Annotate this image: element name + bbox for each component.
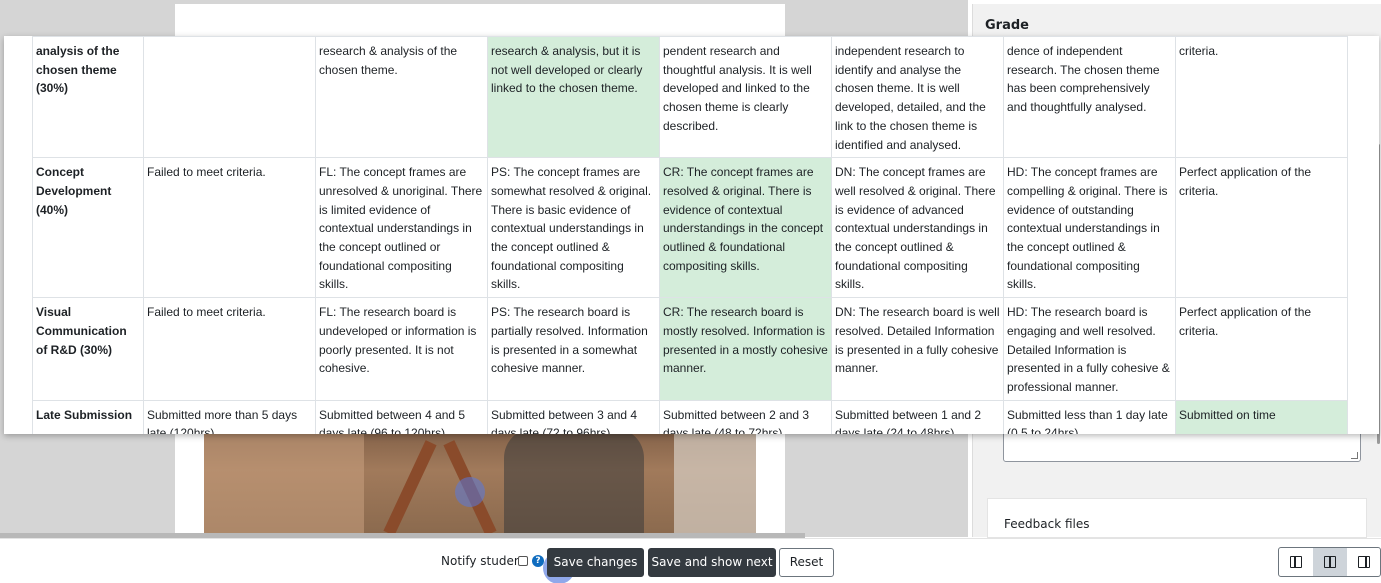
rubric-level[interactable]: Submitted less than 1 day late (0.5 to 2… [1003, 399, 1176, 434]
rubric-level[interactable]: Submitted between 3 and 4 days late (72 … [487, 399, 660, 434]
rubric-level[interactable]: Failed to meet criteria. [143, 157, 316, 299]
rubric-criterion: Late Submission [32, 399, 144, 434]
rubric-level[interactable]: Failed to meet criteria. [143, 297, 316, 401]
feedback-files-label: Feedback files [1004, 517, 1090, 531]
rubric-level-selected[interactable]: CR: The research board is mostly resolve… [659, 297, 832, 401]
rubric-level[interactable]: HD: The research board is engaging and w… [1003, 297, 1176, 401]
rubric-level[interactable]: FL: The research board is undeveloped or… [315, 297, 488, 401]
rubric-level[interactable] [143, 36, 316, 159]
rubric-level[interactable]: Submitted between 2 and 3 days late (48 … [659, 399, 832, 434]
rubric-level[interactable]: independent research to identify and ana… [831, 36, 1004, 159]
action-footer: Notify student ? Save changes Save and s… [0, 538, 1381, 583]
rubric-spacer [1348, 37, 1355, 158]
rubric-level[interactable]: pendent research and thoughtful analysis… [659, 36, 832, 159]
rubric-level-selected[interactable]: CR: The concept frames are resolved & or… [659, 157, 832, 299]
rubric-level[interactable]: Submitted between 4 and 5 days late (96 … [315, 399, 488, 434]
rubric-criterion: Concept Development (40%) [32, 157, 144, 299]
rubric-table: analysis of the chosen theme (30%) resear… [32, 36, 1355, 434]
rubric-level[interactable]: HD: The concept frames are compelling & … [1003, 157, 1176, 299]
rubric-level[interactable]: PS: The concept frames are somewhat reso… [487, 157, 660, 299]
notify-student-checkbox[interactable] [518, 556, 528, 566]
collapse-review-panel-icon [1290, 556, 1302, 568]
collapse-grade-panel-button[interactable] [1347, 548, 1380, 576]
feedback-files-section: Feedback files [987, 498, 1367, 538]
default-layout-icon [1324, 556, 1336, 568]
rubric-row: Visual Communication of R&D (30%) Failed … [32, 297, 1355, 401]
rubric-row: Late Submission Submitted more than 5 day… [32, 399, 1355, 434]
save-and-show-next-button[interactable]: Save and show next [648, 548, 776, 577]
submission-photo [204, 418, 756, 534]
rubric-level[interactable]: criteria. [1175, 36, 1348, 159]
save-changes-button[interactable]: Save changes [547, 548, 644, 577]
rubric-level[interactable]: DN: The concept frames are well resolved… [831, 157, 1004, 299]
rubric-level-selected[interactable]: research & analysis, but it is not well … [487, 36, 660, 159]
rubric-row: Concept Development (40%) Failed to meet … [32, 157, 1355, 299]
rubric-popup: analysis of the chosen theme (30%) resear… [4, 36, 1379, 434]
rubric-level[interactable]: FL: The concept frames are unresolved & … [315, 157, 488, 299]
rubric-spacer [1348, 158, 1355, 298]
rubric-level[interactable]: PS: The research board is partially reso… [487, 297, 660, 401]
layout-toggle-group [1278, 547, 1381, 577]
rubric-spacer [1348, 400, 1355, 434]
rubric-level[interactable]: DN: The research board is well resolved.… [831, 297, 1004, 401]
collapse-review-panel-button[interactable] [1279, 548, 1313, 576]
rubric-criterion: analysis of the chosen theme (30%) [32, 36, 144, 159]
rubric-level[interactable]: Perfect application of the criteria. [1175, 157, 1348, 299]
reset-button[interactable]: Reset [779, 548, 834, 577]
grade-panel-title: Grade [985, 18, 1029, 33]
rubric-criterion: Visual Communication of R&D (30%) [32, 297, 144, 401]
collapse-grade-panel-icon [1358, 556, 1370, 568]
rubric-level[interactable]: Submitted between 1 and 2 days late (24 … [831, 399, 1004, 434]
rubric-level[interactable]: dence of independent research. The chose… [1003, 36, 1176, 159]
rubric-level[interactable]: research & analysis of the chosen theme. [315, 36, 488, 159]
rubric-level[interactable]: Submitted more than 5 days late (120hrs) [143, 399, 316, 434]
rubric-level-selected[interactable]: Submitted on time [1175, 399, 1348, 434]
rubric-spacer [1348, 298, 1355, 401]
rubric-row: analysis of the chosen theme (30%) resear… [32, 36, 1355, 159]
pointer-marker [455, 477, 485, 507]
rubric-level[interactable]: Perfect application of the criteria. [1175, 297, 1348, 401]
default-layout-button[interactable] [1313, 548, 1347, 576]
notify-student-label: Notify student [441, 554, 527, 568]
